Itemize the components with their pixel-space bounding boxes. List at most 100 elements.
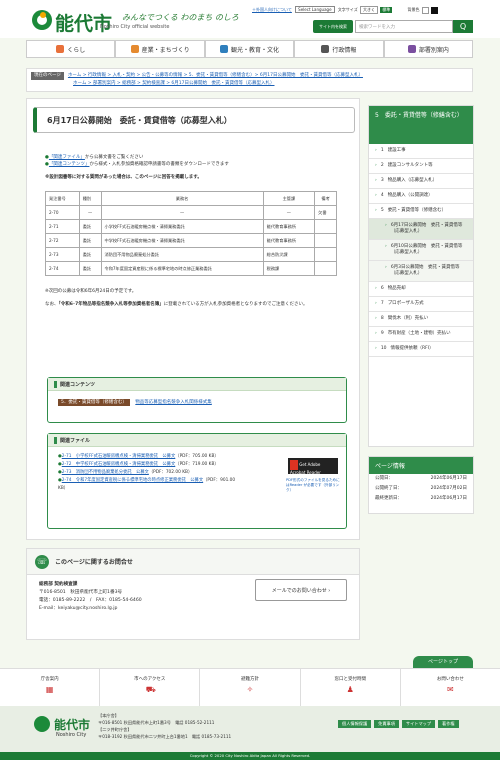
- sidebar-item[interactable]: › 2 建設コンサルタント等: [369, 159, 473, 174]
- note-suffix: に登載されている方が入札参加資格者となりますのでご注意ください。: [163, 302, 308, 307]
- site-title[interactable]: 能代市: [55, 9, 112, 36]
- breadcrumb-line-2[interactable]: ホーム > 部署別案内 > 総務部 > 契約検査課 > 6月17日公募開始 委託…: [73, 81, 274, 86]
- sidebar-item[interactable]: › 6月10日公募開始 委託・賃貸借等（応募型入札）: [369, 240, 473, 261]
- bgcolor-white-button[interactable]: [421, 6, 429, 14]
- sidebar-item[interactable]: › 4 物品購入（公開調達）: [369, 189, 473, 204]
- mail-contact-button[interactable]: メールでのお問い合わせ ›: [255, 579, 347, 601]
- home-icon: [56, 45, 65, 53]
- adobe-reader-banner[interactable]: Get Adobe Acrobat Reader: [288, 458, 338, 475]
- table-cell: 消防団不用物品廃棄処分委託: [100, 247, 264, 262]
- table-header-row: 発注番号 種別 業務名 主管課 備考: [45, 191, 337, 206]
- nav-label: 産業・まちづくり: [141, 46, 190, 54]
- sidebar-item-label: 物品購入（応募型入札）: [387, 178, 438, 183]
- chevron-right-icon: ›: [385, 265, 387, 270]
- nav-gyosei[interactable]: 行政情報: [294, 40, 384, 58]
- sidebar-item[interactable]: › 9 市有財産（土地・建物）売払い: [369, 327, 473, 342]
- related-files-box: 関連ファイル ●2-71 小学校FF式石油暖房機点検・清掃業務委託 公募文（PD…: [47, 433, 347, 529]
- table-cell: [314, 233, 337, 248]
- table-cell: 委託: [78, 247, 102, 262]
- breadcrumb-line-1[interactable]: ホーム > 行政情報 > 入札・契約 > 公告・公募等の情報 > 5．委託・賃貸…: [68, 73, 363, 78]
- table-cell: 能代教育事務所: [262, 233, 316, 248]
- sidebar-item[interactable]: › 5 委託・賃貸借等（修繕含む）: [369, 204, 473, 219]
- file-item: ●2-72 中学校FF式石油暖房機点検・清掃業務委託 公募文（PDF：719.0…: [58, 462, 219, 467]
- forms-link[interactable]: 物品等応募型指名競争入札関係様式集: [135, 400, 212, 405]
- sidebar-item-number: 9: [380, 331, 384, 336]
- footer-quicklinks: 庁舎案内 ▦ 市へのアクセス ⛟ 避難方針 ✧ 窓口と受付時間 ♟ お問い合わせ ✉: [0, 668, 500, 706]
- disclaimer-link[interactable]: 免責事項: [374, 720, 399, 728]
- footer-link-access[interactable]: 市へのアクセス ⛟: [100, 669, 201, 706]
- nav-sangyo[interactable]: 産業・まちづくり: [115, 40, 205, 58]
- bgcolor-black-button[interactable]: [431, 6, 439, 14]
- privacy-link[interactable]: 個人情報保護: [338, 720, 372, 728]
- chevron-right-icon: ›: [375, 331, 377, 336]
- info-key: 公開日：: [375, 476, 393, 481]
- sidebar-item[interactable]: › 6月17日公募開始 委託・賃貸借等（応募型入札）: [369, 219, 473, 240]
- fontsize-standard-button[interactable]: 標準: [380, 7, 393, 13]
- nav-kanko[interactable]: 観光・教育・文化: [204, 40, 295, 58]
- related-contents-anchor[interactable]: 「関連コンテンツ」: [49, 162, 90, 167]
- table-cell: 2-71: [45, 219, 80, 234]
- nav-busho[interactable]: 部署別案内: [383, 40, 474, 58]
- related-files-title: 関連ファイル: [48, 434, 346, 447]
- sidebar-item-number: 10: [380, 346, 387, 351]
- sidebar-item[interactable]: › 10 情報提供依頼（RFI）: [369, 342, 473, 357]
- sidebar-item[interactable]: › 1 建設工事: [369, 144, 473, 159]
- file-link[interactable]: 2-73 消防団不用物品廃棄処分委託 公募文: [62, 470, 149, 475]
- page-top-button[interactable]: ページトップ: [413, 656, 473, 668]
- sidebar-item[interactable]: › 3 物品購入（応募型入札）: [369, 174, 473, 189]
- table-header: 発注番号: [45, 191, 80, 206]
- language-select[interactable]: Select Language: [295, 6, 335, 13]
- chevron-right-icon: ›: [375, 316, 377, 321]
- file-link[interactable]: 2-71 小学校FF式石油暖房機点検・清掃業務委託 公募文: [62, 454, 176, 459]
- file-link[interactable]: 2-74 令和7年度固定資産税に係る標準宅地の時点修正業務委託 公募文: [62, 478, 203, 483]
- table-cell: —: [78, 205, 102, 220]
- intro-text-1: から公募文書をご覧ください: [84, 155, 144, 160]
- file-item: ●2-73 消防団不用物品廃棄処分委託 公募文（PDF：702.00 KB）: [58, 470, 193, 475]
- sitemap-link[interactable]: サイトマップ: [401, 720, 436, 728]
- footer-link-madoguchi[interactable]: 窓口と受付時間 ♟: [301, 669, 401, 706]
- city-logo-icon[interactable]: [32, 10, 52, 30]
- sidebar-item-label: プロポーザル方式: [387, 301, 424, 306]
- sidebar-item[interactable]: › 8 間伐木（利）売払い: [369, 312, 473, 327]
- footer-link-hinan[interactable]: 避難方針 ✧: [200, 669, 301, 706]
- foreign-link[interactable]: ＋外国人向けについて: [252, 7, 292, 12]
- footer-link-chosha[interactable]: 庁舎案内 ▦: [0, 669, 101, 706]
- chevron-right-icon: ›: [375, 208, 377, 213]
- sidebar-item-label: 6月17日公募開始 委託・賃貸借等（応募型入札）: [390, 223, 463, 234]
- footer-link-label: 庁舎案内: [40, 677, 59, 682]
- footer-link-contact[interactable]: お問い合わせ ✉: [401, 669, 500, 706]
- nav-label: くらし: [67, 46, 86, 54]
- footer-link-label: お問い合わせ: [436, 677, 464, 682]
- file-link[interactable]: 2-72 中学校FF式石油暖房機点検・清掃業務委託 公募文: [62, 462, 176, 467]
- address-line: 〒016-8501 秋田県能代市上町1番3号 電話 0185-52-2111: [98, 720, 215, 725]
- fontsize-large-button[interactable]: 大きく: [359, 6, 378, 14]
- table-cell: 欠番: [314, 205, 337, 220]
- sidebar: 5 委託・賃貸借等（修繕含む） › 1 建設工事 › 2 建設コンサルタント等 › 3 物品購入…: [368, 105, 474, 447]
- sidebar-item[interactable]: › 7 プロポーザル方式: [369, 297, 473, 312]
- nav-kurashi[interactable]: くらし: [26, 40, 116, 58]
- contact-email: E-mail：keiyaku@city.noshiro.lg.jp: [39, 606, 118, 611]
- table-cell: [314, 219, 337, 234]
- search-button[interactable]: Q: [453, 20, 473, 33]
- pdf-icon: [290, 460, 298, 470]
- search-input[interactable]: 検索ワードを入力: [355, 20, 453, 33]
- tender-table: 発注番号 種別 業務名 主管課 備考 2-70— — — 欠番 2-71 委託 小学校FF式石油暖…: [45, 191, 337, 276]
- page-title: 6月17日公募開始 委託・賃貸借等（応募型入札）: [33, 107, 355, 133]
- footer-link-label: 窓口と受付時間: [334, 677, 366, 682]
- sidebar-item[interactable]: › 6 物品売却: [369, 282, 473, 297]
- reader-note[interactable]: PDF形式のファイルを見るためにはReader が必要です（外部リンク）: [286, 478, 342, 493]
- chevron-right-icon: ›: [375, 163, 377, 168]
- sidebar-item[interactable]: › 6月3日公募開始 委託・賃貸借等（応募型入札）: [369, 261, 473, 282]
- nav-label: 観光・教育・文化: [231, 46, 280, 54]
- sidebar-item-label: 6月3日公募開始 委託・賃貸借等（応募型入札）: [390, 265, 460, 276]
- next-notice: ※次回の公募は令和6年6月24日の予定です。: [45, 289, 137, 294]
- related-files-anchor[interactable]: 「関連ファイル」: [49, 155, 85, 160]
- sidebar-item-number: 7: [380, 301, 384, 306]
- chevron-right-icon: ›: [385, 223, 387, 228]
- copyright-link[interactable]: 著作権: [438, 720, 459, 728]
- sidebar-item-label: 建設工事: [387, 148, 406, 153]
- table-cell: [314, 247, 337, 262]
- sidebar-item-label: 情報提供依頼（RFI）: [390, 346, 434, 351]
- table-cell: 総合防災課: [262, 247, 316, 262]
- chevron-right-icon: ›: [385, 244, 387, 249]
